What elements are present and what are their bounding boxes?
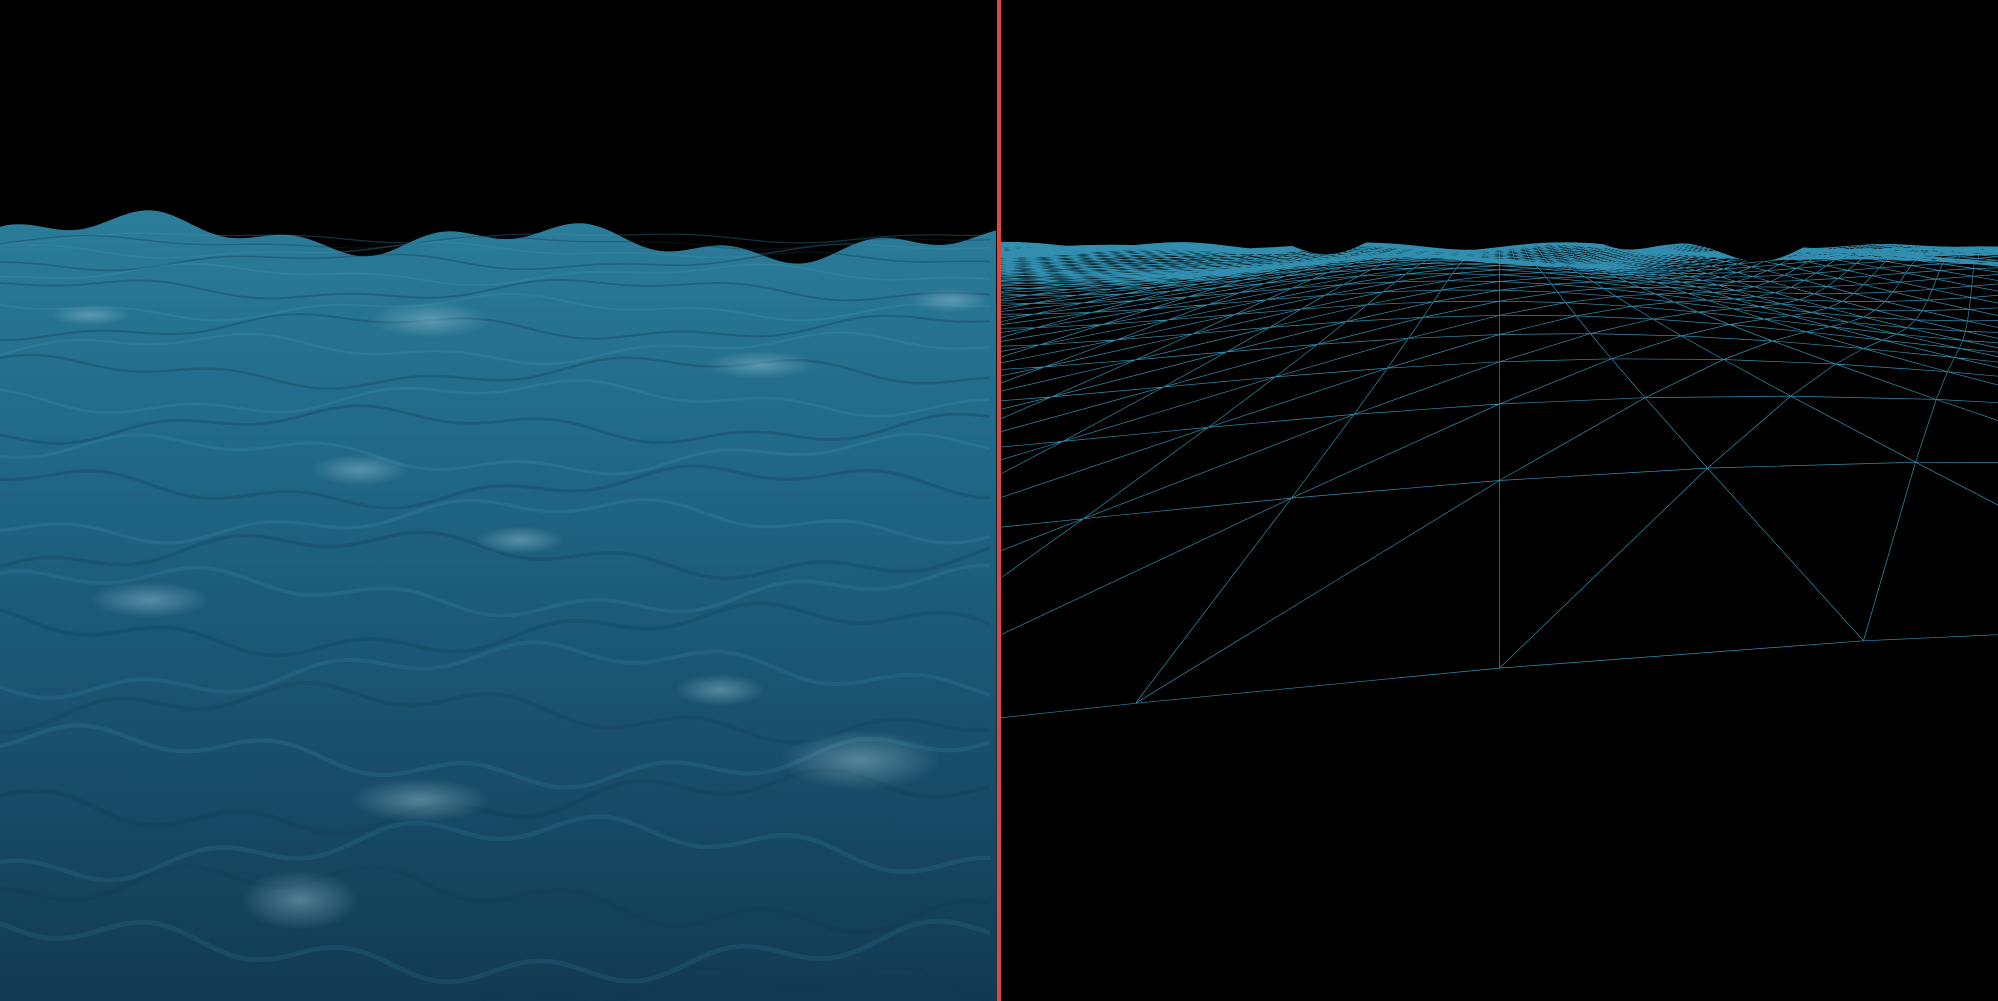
sky-mask (1001, 0, 1998, 262)
shaded-ocean-surface (0, 210, 997, 1001)
foam-highlight (50, 305, 130, 325)
foam-highlight (675, 674, 765, 706)
foam-highlight (240, 870, 360, 930)
mesh-edges (1001, 241, 1998, 719)
foam-highlight (910, 288, 990, 312)
shaded-ocean-view (0, 0, 997, 1001)
wireframe-ocean-view (1001, 0, 1998, 1001)
foam-highlight (310, 454, 410, 486)
render-viewport (0, 0, 1998, 1001)
wireframe-mesh (1001, 0, 1998, 719)
foam-highlight (705, 351, 815, 379)
foam-highlight (90, 582, 210, 618)
foam-highlight (475, 526, 565, 554)
mesh-lines (1001, 0, 1998, 719)
foam-highlight (350, 778, 490, 822)
foam-highlight (780, 730, 940, 790)
foam-highlight (370, 302, 490, 338)
